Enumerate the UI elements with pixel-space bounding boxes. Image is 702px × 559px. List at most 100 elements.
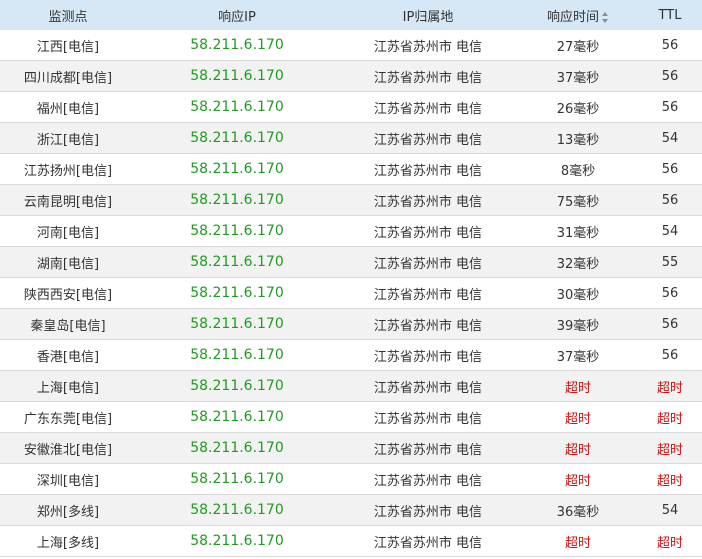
table-row: 浙江[电信] 58.211.6.170 江苏省苏州市 电信 13毫秒 54 [0,122,702,154]
cell-geo: 江苏省苏州市 电信 [338,60,518,92]
cell-location: 福州[电信] [0,91,136,123]
cell-location: 云南昆明[电信] [0,184,136,216]
cell-response-time: 超时 [518,432,638,464]
cell-geo: 江苏省苏州市 电信 [338,277,518,309]
cell-response-time: 39毫秒 [518,308,638,340]
table-row: 上海[电信] 58.211.6.170 江苏省苏州市 电信 超时 超时 [0,370,702,402]
cell-response-time: 31毫秒 [518,215,638,247]
cell-ttl: 超时 [638,370,702,402]
cell-ip: 58.211.6.170 [136,91,338,123]
cell-response-time: 75毫秒 [518,184,638,216]
table-row: 安徽淮北[电信] 58.211.6.170 江苏省苏州市 电信 超时 超时 [0,432,702,464]
cell-response-time: 13毫秒 [518,122,638,154]
cell-ip: 58.211.6.170 [136,184,338,216]
cell-ip: 58.211.6.170 [136,153,338,185]
table-row: 陕西西安[电信] 58.211.6.170 江苏省苏州市 电信 30毫秒 56 [0,277,702,309]
table-row: 深圳[电信] 58.211.6.170 江苏省苏州市 电信 超时 超时 [0,463,702,495]
cell-response-time: 超时 [518,370,638,402]
cell-ip: 58.211.6.170 [136,215,338,247]
cell-location: 湖南[电信] [0,246,136,278]
cell-location: 秦皇岛[电信] [0,308,136,340]
table-row: 云南昆明[电信] 58.211.6.170 江苏省苏州市 电信 75毫秒 56 [0,184,702,216]
cell-location: 浙江[电信] [0,122,136,154]
cell-geo: 江苏省苏州市 电信 [338,339,518,371]
cell-response-time: 超时 [518,463,638,495]
cell-geo: 江苏省苏州市 电信 [338,246,518,278]
cell-ttl: 超时 [638,432,702,464]
cell-geo: 江苏省苏州市 电信 [338,122,518,154]
cell-location: 香港[电信] [0,339,136,371]
table-body: 江西[电信] 58.211.6.170 江苏省苏州市 电信 27毫秒 56 四川成都[电信… [0,30,702,557]
cell-ip: 58.211.6.170 [136,277,338,309]
cell-location: 深圳[电信] [0,463,136,495]
table-row: 湖南[电信] 58.211.6.170 江苏省苏州市 电信 32毫秒 55 [0,246,702,278]
table-row: 福州[电信] 58.211.6.170 江苏省苏州市 电信 26毫秒 56 [0,91,702,123]
table-row: 江西[电信] 58.211.6.170 江苏省苏州市 电信 27毫秒 56 [0,30,702,61]
table-row: 香港[电信] 58.211.6.170 江苏省苏州市 电信 37毫秒 56 [0,339,702,371]
table-row: 郑州[多线] 58.211.6.170 江苏省苏州市 电信 36毫秒 54 [0,494,702,526]
cell-ip: 58.211.6.170 [136,432,338,464]
header-geo: IP归属地 [338,0,518,30]
cell-geo: 江苏省苏州市 电信 [338,91,518,123]
cell-ttl: 56 [638,91,702,123]
cell-geo: 江苏省苏州市 电信 [338,370,518,402]
cell-location: 安徽淮北[电信] [0,432,136,464]
cell-geo: 江苏省苏州市 电信 [338,432,518,464]
cell-ttl: 54 [638,122,702,154]
cell-geo: 江苏省苏州市 电信 [338,463,518,495]
cell-location: 四川成都[电信] [0,60,136,92]
cell-ip: 58.211.6.170 [136,525,338,557]
cell-ip: 58.211.6.170 [136,246,338,278]
cell-ttl: 超时 [638,401,702,433]
table-header-row: 监测点 响应IP IP归属地 响应时间 TTL [0,0,702,30]
cell-geo: 江苏省苏州市 电信 [338,30,518,61]
cell-response-time: 30毫秒 [518,277,638,309]
cell-location: 江西[电信] [0,30,136,61]
cell-response-time: 超时 [518,525,638,557]
cell-location: 上海[多线] [0,525,136,557]
cell-geo: 江苏省苏州市 电信 [338,184,518,216]
cell-ttl: 56 [638,277,702,309]
cell-geo: 江苏省苏州市 电信 [338,525,518,557]
cell-ip: 58.211.6.170 [136,463,338,495]
cell-location: 江苏扬州[电信] [0,153,136,185]
cell-response-time: 超时 [518,401,638,433]
cell-ttl: 56 [638,184,702,216]
cell-ip: 58.211.6.170 [136,339,338,371]
cell-ip: 58.211.6.170 [136,308,338,340]
cell-ip: 58.211.6.170 [136,60,338,92]
cell-response-time: 37毫秒 [518,339,638,371]
cell-geo: 江苏省苏州市 电信 [338,494,518,526]
header-ttl: TTL [638,0,702,30]
cell-response-time: 37毫秒 [518,60,638,92]
cell-location: 上海[电信] [0,370,136,402]
cell-geo: 江苏省苏州市 电信 [338,215,518,247]
cell-ttl: 56 [638,339,702,371]
cell-ip: 58.211.6.170 [136,370,338,402]
cell-ip: 58.211.6.170 [136,30,338,61]
table-row: 江苏扬州[电信] 58.211.6.170 江苏省苏州市 电信 8毫秒 56 [0,153,702,185]
cell-location: 郑州[多线] [0,494,136,526]
table-row: 秦皇岛[电信] 58.211.6.170 江苏省苏州市 电信 39毫秒 56 [0,308,702,340]
cell-ttl: 55 [638,246,702,278]
cell-ip: 58.211.6.170 [136,494,338,526]
cell-ip: 58.211.6.170 [136,122,338,154]
cell-response-time: 8毫秒 [518,153,638,185]
cell-ttl: 超时 [638,525,702,557]
cell-response-time: 32毫秒 [518,246,638,278]
cell-ttl: 56 [638,60,702,92]
cell-ttl: 54 [638,215,702,247]
cell-geo: 江苏省苏州市 电信 [338,401,518,433]
ping-results-table: 监测点 响应IP IP归属地 响应时间 TTL 江西[电信] 58.211.6.1… [0,0,702,557]
cell-location: 广东东莞[电信] [0,401,136,433]
cell-location: 河南[电信] [0,215,136,247]
table-row: 上海[多线] 58.211.6.170 江苏省苏州市 电信 超时 超时 [0,525,702,557]
cell-response-time: 27毫秒 [518,30,638,61]
header-response-time-label: 响应时间 [546,9,599,25]
cell-ttl: 54 [638,494,702,526]
sort-icon[interactable] [602,11,609,23]
cell-ttl: 56 [638,30,702,61]
table-row: 四川成都[电信] 58.211.6.170 江苏省苏州市 电信 37毫秒 56 [0,60,702,92]
header-location: 监测点 [0,0,136,30]
header-response-time[interactable]: 响应时间 [518,0,638,30]
